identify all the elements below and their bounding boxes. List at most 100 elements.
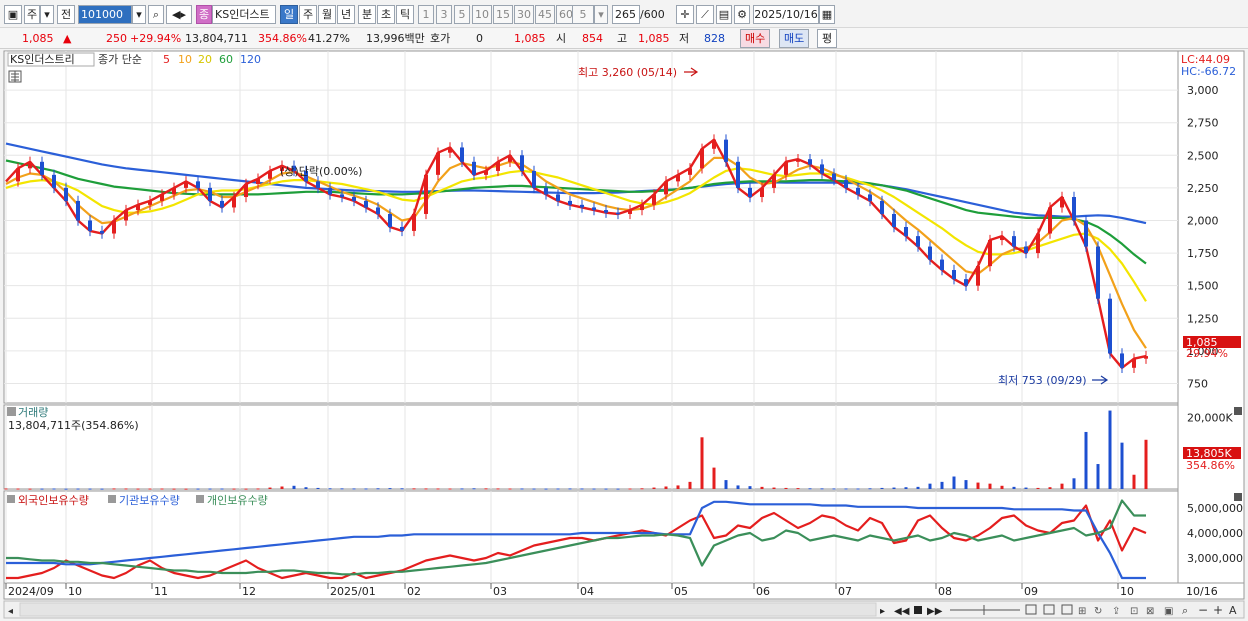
candle-body (784, 161, 788, 175)
trade-amount: 13,996백만 (366, 32, 425, 45)
export-icon[interactable]: ⇪ (1112, 606, 1120, 617)
compare-icon[interactable]: ⊞ (1078, 606, 1086, 617)
volume-bar (328, 488, 332, 490)
volume-bar (724, 480, 728, 489)
mode-select[interactable]: 주 (24, 5, 40, 24)
interval-5-button[interactable]: 5 (454, 5, 470, 24)
print-icon[interactable]: ▣ (1164, 606, 1173, 617)
volume-bar (580, 488, 584, 490)
holding-panel-handle-icon[interactable] (7, 495, 15, 503)
price-tick-label: 2,000 (1187, 214, 1219, 227)
volume-bar (412, 488, 416, 490)
period-day-button[interactable]: 일 (280, 5, 298, 24)
interval-10-button[interactable]: 10 (472, 5, 492, 24)
save-icon[interactable]: ▤ (716, 5, 732, 24)
zoom-icon[interactable]: ⌕ (1182, 604, 1188, 617)
volume-bar (1036, 487, 1040, 489)
chevron-down-icon[interactable]: ▾ (40, 5, 54, 24)
candle-body (1108, 298, 1112, 354)
candle-body (1036, 233, 1040, 254)
price-tick-label: 3,000 (1187, 84, 1219, 97)
gear-icon[interactable]: ⚙ (734, 5, 750, 24)
candle-body (148, 200, 152, 205)
volume-tag-pct: 354.86% (1186, 459, 1235, 472)
volume-bar (484, 488, 488, 490)
volume-bar (208, 488, 212, 490)
period-tick-button[interactable]: 틱 (396, 5, 414, 24)
settings-icon[interactable]: ⊠ (1146, 606, 1154, 617)
candle-body (220, 200, 224, 208)
candle-body (748, 187, 752, 198)
scroll-right-icon[interactable]: ▸ (880, 606, 885, 617)
zoom-in-icon[interactable]: + (1213, 603, 1223, 617)
period-minute-button[interactable]: 분 (358, 5, 376, 24)
scroll-left-icon[interactable]: ◂ (8, 606, 13, 617)
buy-button[interactable]: 매수 (740, 29, 771, 48)
chart-svg[interactable]: 7501,0001,2501,5001,7502,0002,2502,5002,… (0, 49, 1248, 621)
volume-bar (352, 488, 356, 490)
candle-body (772, 174, 776, 188)
zoom-out-icon[interactable]: − (1198, 603, 1208, 617)
interval-1-button[interactable]: 1 (418, 5, 434, 24)
candle-body (364, 200, 368, 208)
period-year-button[interactable]: 년 (337, 5, 355, 24)
interval-dropdown-icon[interactable]: ▾ (594, 5, 608, 24)
volume-panel-handle-icon[interactable] (7, 407, 16, 416)
crosshair-icon[interactable]: ✛ (676, 5, 694, 24)
volume-bar (652, 487, 656, 489)
candle-body (100, 230, 104, 234)
period-week-button[interactable]: 주 (299, 5, 317, 24)
all-toggle[interactable]: 전 (57, 5, 75, 24)
period-month-button[interactable]: 월 (318, 5, 336, 24)
grid-icon[interactable]: ⊡ (1130, 606, 1138, 617)
chart-area[interactable]: 750 1,000 1,250 1,500 1,750 2,000 2,250 2,500 2,… (0, 49, 1248, 621)
holding-panel-close-icon[interactable] (1234, 493, 1242, 501)
search-icon[interactable]: ⌕ (148, 5, 164, 24)
refresh-icon[interactable]: ↻ (1094, 606, 1102, 617)
interval-input[interactable]: 5 (572, 5, 594, 24)
volume-bar (568, 488, 572, 490)
eval-button[interactable]: 평 (817, 29, 838, 48)
stop-icon[interactable] (914, 606, 922, 614)
candle-body (376, 207, 380, 214)
candle-body (952, 270, 956, 280)
volume-panel-close-icon[interactable] (1234, 407, 1242, 415)
candle-body (1000, 236, 1004, 241)
open-label: 시 (556, 32, 567, 45)
candle-body (256, 178, 260, 184)
font-size-icon[interactable]: A (1229, 604, 1237, 617)
layout-icon[interactable]: ▣ (4, 5, 22, 24)
interval-15-button[interactable]: 15 (493, 5, 513, 24)
candle-body (76, 200, 80, 221)
volume-bar (460, 488, 464, 490)
stock-code-input[interactable]: 101000 (78, 5, 132, 24)
candle-body (244, 183, 248, 198)
volume-bar (676, 485, 680, 489)
period-second-button[interactable]: 초 (377, 5, 395, 24)
scroll-track[interactable] (19, 602, 877, 617)
candle-body (160, 194, 164, 201)
interval-3-button[interactable]: 3 (436, 5, 452, 24)
date-input[interactable]: 2025/10/16 (753, 5, 819, 24)
candle-body (328, 187, 332, 195)
volume-bar (508, 488, 512, 490)
volume-bar (472, 488, 476, 490)
speaker-icon[interactable]: ◀▸ (166, 5, 192, 24)
candle-body (568, 200, 572, 205)
calendar-icon[interactable]: ▦ (819, 5, 835, 24)
volume-bar (820, 488, 824, 490)
volume-bar (688, 481, 692, 489)
fast-forward-icon[interactable]: ▶▶ (927, 606, 943, 617)
candle-body (340, 194, 344, 198)
candle-body (1072, 197, 1076, 221)
draw-line-icon[interactable]: ⟋ (696, 5, 714, 24)
stock-name-field[interactable]: KS인더스트 (212, 5, 276, 24)
interval-45-button[interactable]: 45 (535, 5, 555, 24)
up-arrow-icon: ▲ (63, 32, 72, 45)
rewind-icon[interactable]: ◀◀ (894, 606, 910, 617)
volume-bar (292, 485, 296, 489)
interval-30-button[interactable]: 30 (514, 5, 534, 24)
code-dropdown-icon[interactable]: ▾ (132, 5, 146, 24)
view-count-input[interactable]: 265 (612, 5, 640, 24)
sell-button[interactable]: 매도 (779, 29, 810, 48)
